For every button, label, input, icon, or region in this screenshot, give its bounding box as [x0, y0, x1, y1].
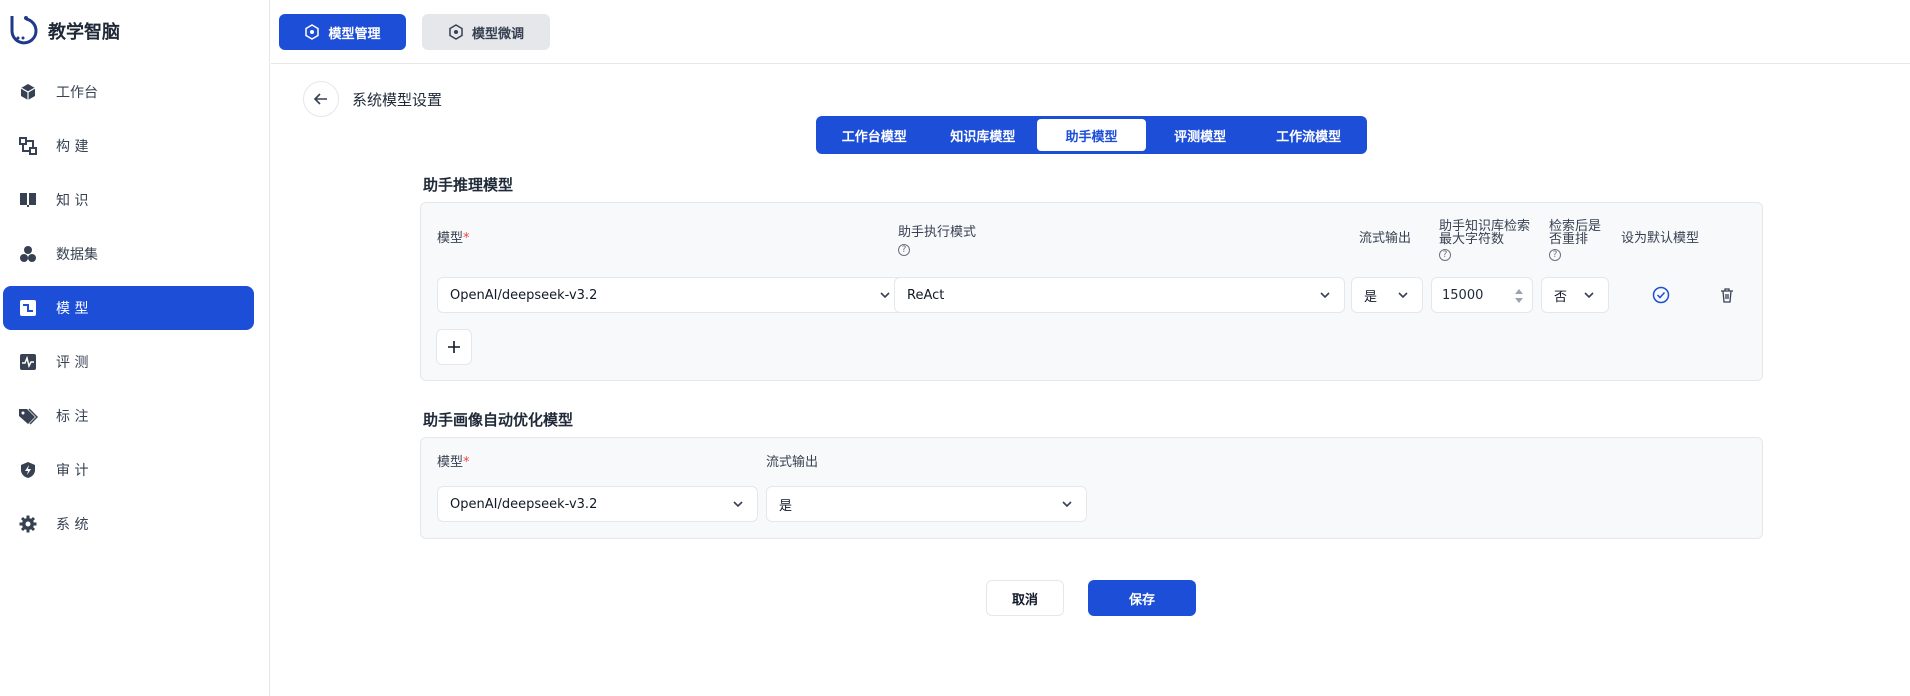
- sidebar-item-system[interactable]: 系 统: [3, 502, 254, 546]
- max-chars-input[interactable]: 15000: [1431, 277, 1533, 313]
- chevron-down-icon: [1320, 292, 1330, 299]
- stream-output-value: 是: [1364, 289, 1378, 305]
- gear-icon: [17, 513, 39, 535]
- logo: 教学智脑: [4, 10, 120, 52]
- sidebar: 教学智脑 工作台 构 建 知 识 数据集 模 型 评 测 标 注 审 计 系 统: [0, 0, 270, 696]
- tab-model-management[interactable]: 模型管理: [279, 14, 406, 50]
- tab-evaluation-model[interactable]: 评测模型: [1146, 119, 1255, 151]
- check-circle-icon: [1652, 286, 1670, 304]
- model-type-tabs: 工作台模型 知识库模型 助手模型 评测模型 工作流模型: [816, 116, 1367, 154]
- arrow-left-icon: [313, 93, 327, 105]
- sidebar-item-model[interactable]: 模 型: [3, 286, 254, 330]
- portrait-stream-select[interactable]: 是: [766, 486, 1087, 522]
- label-stream-output: 流式输出: [766, 455, 819, 470]
- tab-label: 模型管理: [328, 26, 381, 42]
- portrait-stream-value: 是: [779, 498, 793, 514]
- chevron-down-icon: [733, 501, 743, 508]
- sidebar-item-annotation[interactable]: 标 注: [3, 394, 254, 438]
- section-title-reasoning: 助手推理模型: [423, 176, 514, 194]
- sidebar-item-workbench[interactable]: 工作台: [3, 70, 254, 114]
- model-select[interactable]: OpenAI/deepseek-v3.2: [437, 277, 905, 313]
- section-title-portrait: 助手画像自动优化模型: [423, 411, 574, 429]
- tab-knowledge-model[interactable]: 知识库模型: [929, 119, 1038, 151]
- chevron-down-icon: [1584, 292, 1594, 299]
- help-icon[interactable]: ?: [1549, 249, 1561, 261]
- stream-output-select[interactable]: 是: [1351, 277, 1423, 313]
- label-set-default: 设为默认模型: [1621, 231, 1700, 246]
- cancel-button[interactable]: 取消: [986, 580, 1064, 616]
- sidebar-item-label: 系 统: [56, 517, 89, 533]
- add-model-button[interactable]: [436, 329, 472, 365]
- sidebar-item-evaluation[interactable]: 评 测: [3, 340, 254, 384]
- sidebar-item-label: 模 型: [56, 301, 89, 317]
- rerank-select[interactable]: 否: [1541, 277, 1609, 313]
- reasoning-panel: 模型* 助手执行模式 ? 流式输出 助手知识库检索 最大字符数 ? 检索后是 否…: [420, 202, 1763, 381]
- dataset-icon: [17, 243, 39, 265]
- plus-icon: [448, 341, 460, 353]
- label-model: 模型*: [437, 231, 470, 246]
- sidebar-item-audit[interactable]: 审 计: [3, 448, 254, 492]
- top-bar: 模型管理 模型微调: [271, 0, 1910, 64]
- hexagon-icon: [448, 24, 464, 40]
- chevron-down-icon: [1398, 292, 1408, 299]
- sidebar-item-label: 标 注: [56, 409, 89, 425]
- portrait-model-value: OpenAI/deepseek-v3.2: [450, 496, 598, 512]
- label-stream-output: 流式输出: [1359, 231, 1412, 246]
- tab-model-finetune[interactable]: 模型微调: [422, 14, 550, 50]
- model-select-value: OpenAI/deepseek-v3.2: [450, 287, 598, 303]
- tab-assistant-model[interactable]: 助手模型: [1037, 119, 1146, 151]
- label-max-chars: 助手知识库检索 最大字符数 ?: [1439, 219, 1531, 261]
- help-icon[interactable]: ?: [1439, 249, 1451, 261]
- sidebar-item-label: 构 建: [56, 139, 89, 155]
- delete-row-button[interactable]: [1717, 285, 1737, 305]
- build-icon: [17, 135, 39, 157]
- model-icon: [17, 297, 39, 319]
- shield-icon: [17, 459, 39, 481]
- exec-mode-select[interactable]: ReAct: [894, 277, 1345, 313]
- sidebar-item-label: 审 计: [56, 463, 89, 479]
- max-chars-value: 15000: [1442, 287, 1484, 303]
- page-title: 系统模型设置: [352, 91, 443, 109]
- sidebar-item-label: 评 测: [56, 355, 89, 371]
- sidebar-item-label: 工作台: [56, 85, 98, 101]
- rerank-value: 否: [1554, 289, 1568, 305]
- logo-icon: [4, 11, 42, 51]
- set-default-toggle[interactable]: [1651, 285, 1671, 305]
- sidebar-item-label: 数据集: [56, 247, 98, 263]
- sidebar-item-dataset[interactable]: 数据集: [3, 232, 254, 276]
- label-model: 模型*: [437, 455, 470, 470]
- back-button[interactable]: [303, 81, 339, 117]
- book-icon: [17, 189, 39, 211]
- pulse-icon: [17, 351, 39, 373]
- tab-label: 模型微调: [471, 26, 524, 42]
- cube-icon: [17, 81, 39, 103]
- label-exec-mode: 助手执行模式 ?: [898, 225, 977, 256]
- chevron-down-icon: [1062, 501, 1072, 508]
- tag-icon: [17, 405, 39, 427]
- help-icon[interactable]: ?: [898, 244, 910, 256]
- chevron-down-icon: [880, 292, 890, 299]
- sidebar-item-build[interactable]: 构 建: [3, 124, 254, 168]
- trash-icon: [1721, 288, 1733, 303]
- exec-mode-value: ReAct: [907, 287, 945, 303]
- tab-workbench-model[interactable]: 工作台模型: [820, 119, 929, 151]
- portrait-panel: 模型* 流式输出 OpenAI/deepseek-v3.2 是: [420, 437, 1763, 539]
- spinner-arrows-icon[interactable]: [1514, 286, 1524, 306]
- sidebar-item-label: 知 识: [56, 193, 89, 209]
- portrait-model-select[interactable]: OpenAI/deepseek-v3.2: [437, 486, 758, 522]
- tab-workflow-model[interactable]: 工作流模型: [1254, 119, 1363, 151]
- sidebar-item-knowledge[interactable]: 知 识: [3, 178, 254, 222]
- app-title: 教学智脑: [48, 22, 120, 43]
- label-rerank: 检索后是 否重排 ?: [1549, 219, 1602, 261]
- hexagon-icon: [304, 24, 320, 40]
- sidebar-nav: 工作台 构 建 知 识 数据集 模 型 评 测 标 注 审 计 系 统: [3, 70, 254, 556]
- save-button[interactable]: 保存: [1088, 580, 1196, 616]
